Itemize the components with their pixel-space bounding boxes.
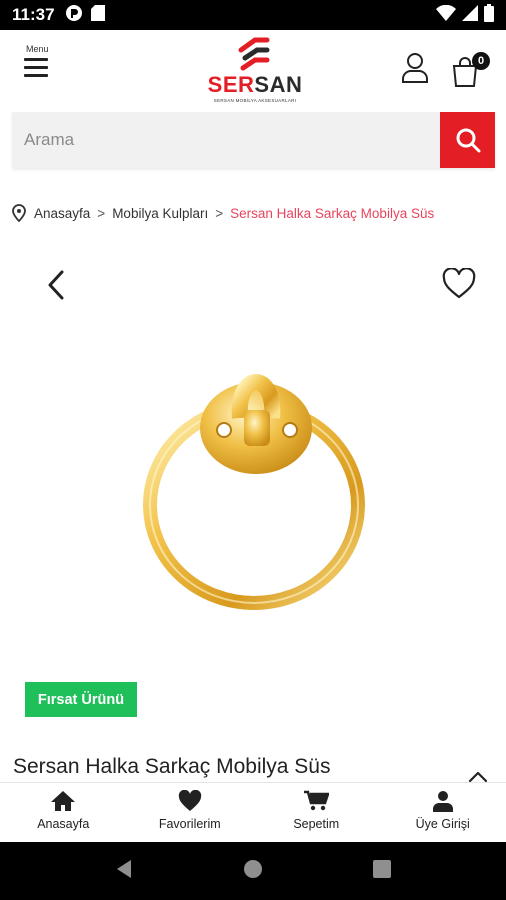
nav-item-home[interactable]: Anasayfa (0, 783, 127, 842)
header: Menu SERSAN SERSAN MOBİLYA AKSESUARLARI … (0, 30, 506, 110)
data-saver-icon (65, 4, 83, 27)
user-outline-icon (402, 53, 428, 83)
cart-count-badge: 0 (472, 52, 490, 70)
sd-card-icon (90, 4, 105, 26)
recents-icon[interactable] (373, 859, 391, 883)
wifi-icon (436, 4, 456, 26)
add-to-favorites-button[interactable] (442, 267, 476, 300)
logo-tagline: SERSAN MOBİLYA AKSESUARLARI (213, 98, 297, 103)
ring-pull-illustration (143, 374, 365, 610)
heart-outline-icon (442, 267, 476, 299)
breadcrumb-item-category[interactable]: Mobilya Kulpları (112, 206, 208, 221)
logo[interactable]: SERSAN SERSAN MOBİLYA AKSESUARLARI (205, 36, 305, 106)
back-icon[interactable] (115, 859, 133, 884)
cart-button[interactable]: 0 (450, 52, 490, 87)
product-image[interactable] (140, 360, 370, 615)
search-icon (456, 128, 480, 153)
battery-icon (484, 3, 494, 27)
location-pin-icon (12, 204, 26, 222)
chevron-left-icon (48, 270, 64, 300)
nav-item-cart[interactable]: Sepetim (253, 783, 380, 842)
menu-button[interactable]: Menu (24, 42, 54, 82)
nav-item-login[interactable]: Üye Girişi (380, 783, 506, 842)
gallery-prev-button[interactable] (42, 268, 72, 302)
bottom-nav: Anasayfa Favorilerim Sepetim Üye Girişi (0, 782, 506, 842)
breadcrumb: Anasayfa > Mobilya Kulpları > Sersan Hal… (12, 204, 434, 222)
hamburger-icon (24, 58, 48, 82)
breadcrumb-separator: > (97, 205, 106, 221)
search-button[interactable] (440, 112, 495, 168)
logo-mark-icon (238, 37, 270, 71)
system-nav-bar (0, 842, 506, 900)
search-input[interactable] (12, 112, 440, 168)
status-time: 11:37 (12, 5, 55, 24)
search-bar (12, 112, 495, 168)
home-circle-icon[interactable] (243, 859, 263, 884)
heart-icon (178, 789, 202, 813)
nav-label: Favorilerim (158, 817, 221, 831)
status-bar: 11:37 (0, 0, 506, 30)
product-title: Sersan Halka Sarkaç Mobilya Süs (13, 755, 331, 778)
account-button[interactable] (400, 52, 430, 84)
home-icon (50, 789, 76, 813)
logo-text: SERSAN (207, 72, 303, 97)
cart-icon (303, 789, 330, 813)
nav-label: Anasayfa (37, 817, 90, 831)
breadcrumb-item-current[interactable]: Sersan Halka Sarkaç Mobilya Süs (230, 206, 434, 221)
signal-icon (462, 4, 478, 26)
nav-label: Sepetim (293, 817, 340, 831)
nav-label: Üye Girişi (415, 817, 470, 831)
breadcrumb-separator: > (215, 205, 224, 221)
deal-badge: Fırsat Ürünü (25, 682, 137, 717)
breadcrumb-item-home[interactable]: Anasayfa (34, 206, 90, 221)
menu-label: Menu (26, 44, 49, 54)
nav-item-favorites[interactable]: Favorilerim (127, 783, 254, 842)
user-icon (432, 789, 454, 813)
